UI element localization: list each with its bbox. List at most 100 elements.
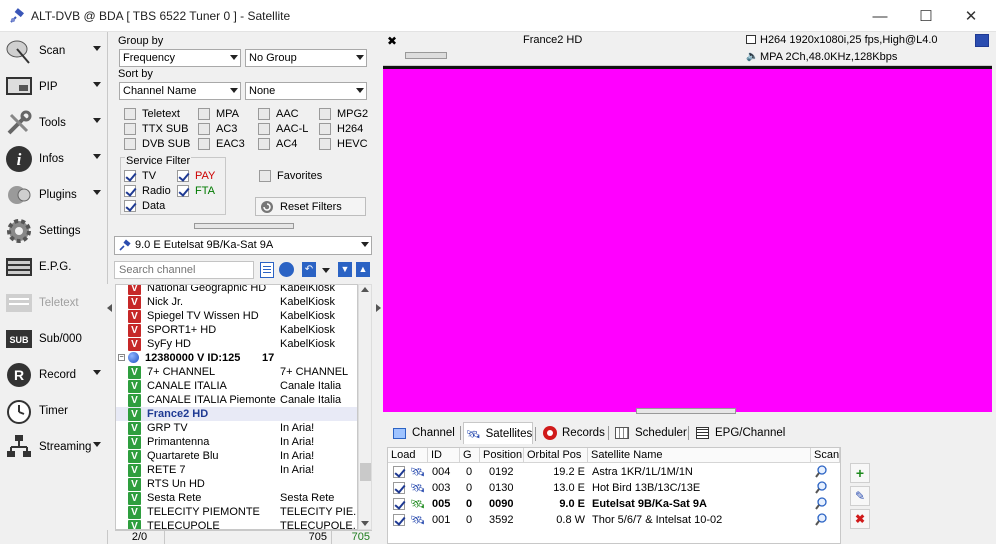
group-by-secondary-select[interactable]: No Group [245,49,367,67]
splitter-handle[interactable] [194,223,294,229]
tab-satellites[interactable]: 🛰 Satellites [463,422,536,444]
codec-checkbox[interactable] [319,138,331,150]
codec-checkbox[interactable] [198,123,210,135]
channel-row[interactable]: V TELECUPOLE TELECUPOLE... [116,519,357,529]
tab-channel[interactable]: Channel [391,422,461,444]
channel-row[interactable]: V RTS Un HD [116,477,357,491]
sort-by-secondary-select[interactable]: None [245,82,367,100]
codec-checkbox[interactable] [319,108,331,120]
sort-ascending-icon[interactable]: ▲ [356,262,370,277]
load-checkbox[interactable] [393,482,405,494]
channel-row[interactable]: V GRP TV In Aria! [116,421,357,435]
group-by-select[interactable]: Frequency [119,49,241,67]
channel-row[interactable]: V SPORT1+ HD KabelKiosk [116,323,357,337]
service-checkbox[interactable] [124,185,136,197]
codec-checkbox[interactable] [258,138,270,150]
add-satellite-button[interactable]: + [850,463,870,483]
sidebar-item-infos[interactable]: i Infos [4,142,106,176]
column-header[interactable]: Orbital Pos [524,448,588,463]
channel-row[interactable]: V France2 HD [116,407,357,421]
right-splitter[interactable] [374,32,382,544]
clock-icon[interactable] [279,262,294,277]
scan-magnifier-icon[interactable] [815,465,827,478]
channel-row[interactable]: V Primantenna In Aria! [116,435,357,449]
scan-magnifier-icon[interactable] [815,481,827,494]
codec-checkbox[interactable] [124,108,136,120]
maximize-button[interactable]: ☐ [903,0,949,32]
service-checkbox[interactable] [177,185,189,197]
undo-icon[interactable]: ↶ [302,262,316,277]
channel-row[interactable]: V National Geographic HD KabelKiosk [116,285,357,295]
delete-satellite-button[interactable]: ✖ [850,509,870,529]
chevron-down-icon[interactable] [93,190,101,195]
column-header[interactable]: G [460,448,480,463]
scrollbar-thumb[interactable] [360,463,371,481]
fullscreen-icon[interactable] [975,34,989,47]
sidebar-item-pip[interactable]: PIP [4,70,106,104]
chevron-down-icon[interactable] [93,370,101,375]
sidebar-item-plugins[interactable]: Plugins [4,178,106,212]
codec-checkbox[interactable] [124,138,136,150]
sidebar-item-e-p-g-[interactable]: E.P.G. [4,250,106,284]
sidebar-item-sub-000[interactable]: SUB Sub/000 [4,322,106,356]
sidebar-item-settings[interactable]: Settings [4,214,106,248]
left-splitter[interactable] [106,284,114,530]
video-surface[interactable] [383,66,992,412]
edit-satellite-button[interactable]: ✎ [850,486,870,506]
satellite-select[interactable]: 9.0 E Eutelsat 9B/Ka-Sat 9A [114,236,372,255]
codec-checkbox[interactable] [124,123,136,135]
column-header[interactable]: Position [480,448,524,463]
tab-scheduler[interactable]: Scheduler [613,422,689,444]
sidebar-item-teletext[interactable]: Teletext [4,286,106,320]
search-channel-input[interactable] [114,261,254,279]
chevron-down-icon[interactable] [93,154,101,159]
codec-checkbox[interactable] [258,123,270,135]
minimize-button[interactable]: — [857,0,903,32]
column-header[interactable]: ID [428,448,460,463]
channel-row[interactable]: V Quartarete Blu In Aria! [116,449,357,463]
service-checkbox[interactable] [177,170,189,182]
column-header[interactable]: Load [388,448,428,463]
load-checkbox[interactable] [393,466,405,478]
sidebar-item-tools[interactable]: Tools [4,106,106,140]
favorites-checkbox[interactable] [259,170,271,182]
close-video-icon[interactable]: ✖ [387,34,397,48]
sidebar-item-record[interactable]: R Record [4,358,106,392]
service-checkbox[interactable] [124,170,136,182]
close-button[interactable]: ✕ [948,0,994,32]
list-view-icon[interactable] [260,262,274,278]
channel-row[interactable]: V TELECITY PIEMONTE TELECITY PIE... [116,505,357,519]
channel-row[interactable]: V Nick Jr. KabelKiosk [116,295,357,309]
channel-row[interactable]: V 7+ CHANNEL 7+ CHANNEL [116,365,357,379]
codec-checkbox[interactable] [319,123,331,135]
scan-magnifier-icon[interactable] [815,497,827,510]
load-checkbox[interactable] [393,514,405,526]
load-checkbox[interactable] [393,498,405,510]
scan-magnifier-icon[interactable] [815,513,827,526]
channel-row[interactable]: V CANALE ITALIA Piemonte Canale Italia [116,393,357,407]
tab-records[interactable]: Records [541,422,609,444]
collapse-icon[interactable]: − [118,354,125,361]
codec-checkbox[interactable] [258,108,270,120]
reset-filters-button[interactable]: Reset Filters [255,197,366,216]
tab-epg-channel[interactable]: EPG/Channel [694,422,786,444]
sort-by-select[interactable]: Channel Name [119,82,241,100]
channel-row[interactable]: V RETE 7 In Aria! [116,463,357,477]
channel-row[interactable]: V Sesta Rete Sesta Rete [116,491,357,505]
channel-group-row[interactable]: − 12380000 V ID:125 17 [116,351,357,365]
sort-descending-icon[interactable]: ▼ [338,262,352,277]
chevron-down-icon[interactable] [322,268,330,273]
column-header[interactable]: Scan [811,448,840,463]
channel-list-scrollbar[interactable] [358,284,372,530]
sidebar-item-timer[interactable]: Timer [4,394,106,428]
chevron-down-icon[interactable] [93,442,101,447]
service-checkbox[interactable] [124,200,136,212]
chevron-down-icon[interactable] [93,82,101,87]
chevron-down-icon[interactable] [93,118,101,123]
channel-row[interactable]: V CANALE ITALIA Canale Italia [116,379,357,393]
channel-row[interactable]: V SyFy HD KabelKiosk [116,337,357,351]
sidebar-item-streaming[interactable]: Streaming [4,430,106,464]
chevron-down-icon[interactable] [93,46,101,51]
sidebar-item-scan[interactable]: Scan [4,34,106,68]
codec-checkbox[interactable] [198,138,210,150]
